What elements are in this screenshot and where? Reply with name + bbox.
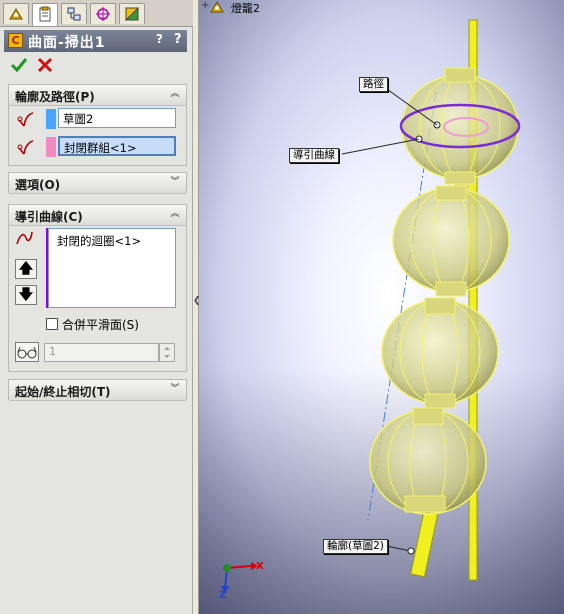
cancel-button[interactable] <box>36 56 54 74</box>
lantern-body <box>381 297 499 409</box>
profile-callout[interactable]: 輪廓(草圖2) <box>323 539 388 554</box>
section-spin-buttons[interactable] <box>159 343 175 362</box>
guide-curves-header[interactable]: 導引曲線(C) ︽ <box>9 205 186 226</box>
path-field[interactable]: 封閉群組<1> <box>58 136 176 156</box>
lantern-model[interactable] <box>199 0 564 614</box>
lantern-body <box>392 185 510 297</box>
feature-title-bar: C 曲面-掃出1 ? ? <box>4 30 187 52</box>
path-callout[interactable]: 路徑 <box>359 77 388 92</box>
profile-field[interactable]: 草圖2 <box>58 108 176 128</box>
path-color-swatch <box>46 137 56 157</box>
merge-smooth-faces-label: 合併平滑面(S) <box>62 318 139 332</box>
display-manager-icon <box>124 6 139 21</box>
x-icon <box>37 57 53 73</box>
lantern-body <box>401 67 519 185</box>
tab-display-manager[interactable] <box>119 3 145 24</box>
graphics-viewport[interactable]: + 燈籠2 路徑 導引曲線 輪廓(草圖2) X Z <box>199 0 564 614</box>
z-axis-label: Z <box>219 590 227 601</box>
tab-property-manager[interactable] <box>32 3 58 26</box>
profile-path-header[interactable]: 輪廓及路徑(P) ︽ <box>9 85 186 106</box>
move-down-button[interactable]: 🡇 <box>15 285 37 305</box>
feature-title: 曲面-掃出1 <box>28 35 106 51</box>
profile-select-icon <box>17 112 34 127</box>
options-header[interactable]: 選項(O) ︾ <box>9 173 186 194</box>
profile-path-group: 輪廓及路徑(P) ︽ 草圖2 封閉群組<1> <box>8 84 187 166</box>
move-up-button[interactable]: 🡅 <box>15 259 37 279</box>
x-axis-label: X <box>256 561 264 572</box>
arrow-up-icon: 🡅 <box>18 261 34 277</box>
expand-chevron-icon[interactable]: ︾ <box>169 383 181 395</box>
guide-curve-select-icon <box>16 231 33 245</box>
tassel <box>410 510 439 578</box>
spin-arrows-icon <box>164 347 170 358</box>
tangency-header[interactable]: 起始/終止相切(T) ︾ <box>9 380 186 401</box>
arrow-down-icon: 🡇 <box>18 287 34 303</box>
configuration-manager-icon <box>67 7 81 21</box>
callout-leader <box>385 545 412 552</box>
merge-smooth-faces-checkbox[interactable] <box>46 318 58 330</box>
options-title: 選項(O) <box>15 178 61 192</box>
tangency-group: 起始/終止相切(T) ︾ <box>8 379 187 401</box>
profile-path-title: 輪廓及路徑(P) <box>15 90 95 104</box>
ok-button[interactable] <box>10 56 28 74</box>
property-manager-icon <box>39 6 51 22</box>
feature-manager-icon <box>9 8 23 20</box>
glasses-icon <box>17 346 37 359</box>
tab-configuration-manager[interactable] <box>61 3 87 24</box>
lantern-body <box>369 407 487 515</box>
options-group: 選項(O) ︾ <box>8 172 187 194</box>
sweep-surface-icon: C <box>8 33 23 48</box>
show-sections-button[interactable] <box>15 342 39 362</box>
help-button[interactable]: ? <box>174 32 182 47</box>
list-item[interactable]: 封閉的迴圈<1> <box>57 233 141 249</box>
tangency-title: 起始/終止相切(T) <box>15 385 111 399</box>
detailed-preview-button[interactable]: ? <box>156 32 163 46</box>
path-select-icon <box>17 140 34 155</box>
dimxpert-icon <box>96 7 110 21</box>
manager-tab-bar <box>0 0 193 27</box>
guide-curve-callout[interactable]: 導引曲線 <box>289 148 339 163</box>
section-number-input[interactable]: 1 <box>44 343 159 362</box>
tab-dimxpert[interactable] <box>90 3 116 24</box>
collapse-chevron-icon[interactable]: ︽ <box>169 208 181 220</box>
profile-handle[interactable] <box>407 547 415 555</box>
collapse-chevron-icon[interactable]: ︽ <box>169 88 181 100</box>
profile-color-swatch <box>46 109 56 129</box>
tab-feature-manager[interactable] <box>3 3 29 24</box>
guide-curves-list[interactable]: 封閉的迴圈<1> <box>48 228 176 308</box>
expand-chevron-icon[interactable]: ︾ <box>169 176 181 188</box>
guide-curves-title: 導引曲線(C) <box>15 210 83 224</box>
property-manager-panel: C 曲面-掃出1 ? ? 輪廓及路徑(P) ︽ 草圖2 封閉群組<1> 選項(O… <box>0 0 193 614</box>
checkmark-icon <box>10 58 28 73</box>
coordinate-triad <box>221 562 258 594</box>
